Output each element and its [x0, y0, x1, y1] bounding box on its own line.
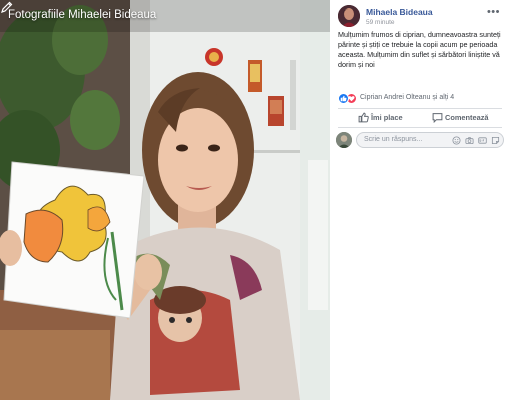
viewer-avatar[interactable] [336, 132, 352, 148]
post-actions: Îmi place Comentează [338, 111, 502, 125]
post-text: Mulțumim frumos di ciprian, dumneavoastr… [338, 30, 501, 69]
camera-icon[interactable] [465, 136, 474, 145]
sticker-icon[interactable] [491, 136, 500, 145]
author-avatar[interactable] [338, 5, 360, 27]
reaction-summary[interactable]: Ciprian Andrei Olteanu și alți 4 [338, 93, 506, 105]
album-title[interactable]: Fotografiile Mihaelei Bideaua [8, 9, 156, 21]
like-icon [338, 93, 349, 104]
author-name[interactable]: Mihaela Bideaua [366, 7, 433, 17]
like-button-label: Îmi place [371, 113, 403, 122]
photo-viewer[interactable]: Fotografiile Mihaelei Bideaua [0, 0, 330, 400]
post-panel: Mihaela Bideaua 59 minute ••• Mulțumim f… [330, 0, 510, 400]
comment-placeholder: Scrie un răspuns... [364, 136, 423, 143]
comment-button[interactable]: Comentează [432, 111, 502, 125]
more-options-icon[interactable]: ••• [487, 7, 500, 18]
reaction-text[interactable]: Ciprian Andrei Olteanu și alți 4 [360, 94, 454, 101]
post-timestamp[interactable]: 59 minute [366, 19, 395, 26]
divider [338, 127, 502, 128]
like-button[interactable]: Îmi place [358, 111, 418, 125]
tag-pencil-icon[interactable] [0, 0, 14, 14]
post-header: Mihaela Bideaua 59 minute ••• [338, 5, 506, 29]
gif-icon[interactable] [478, 136, 487, 145]
comment-bubble-icon [432, 113, 443, 123]
comment-button-label: Comentează [445, 113, 489, 122]
emoji-icon[interactable] [452, 136, 461, 145]
comment-input[interactable]: Scrie un răspuns... [356, 132, 504, 148]
photo-image [0, 0, 330, 400]
divider [338, 108, 502, 109]
comment-composer: Scrie un răspuns... [336, 131, 504, 149]
thumbs-up-icon [358, 112, 369, 123]
